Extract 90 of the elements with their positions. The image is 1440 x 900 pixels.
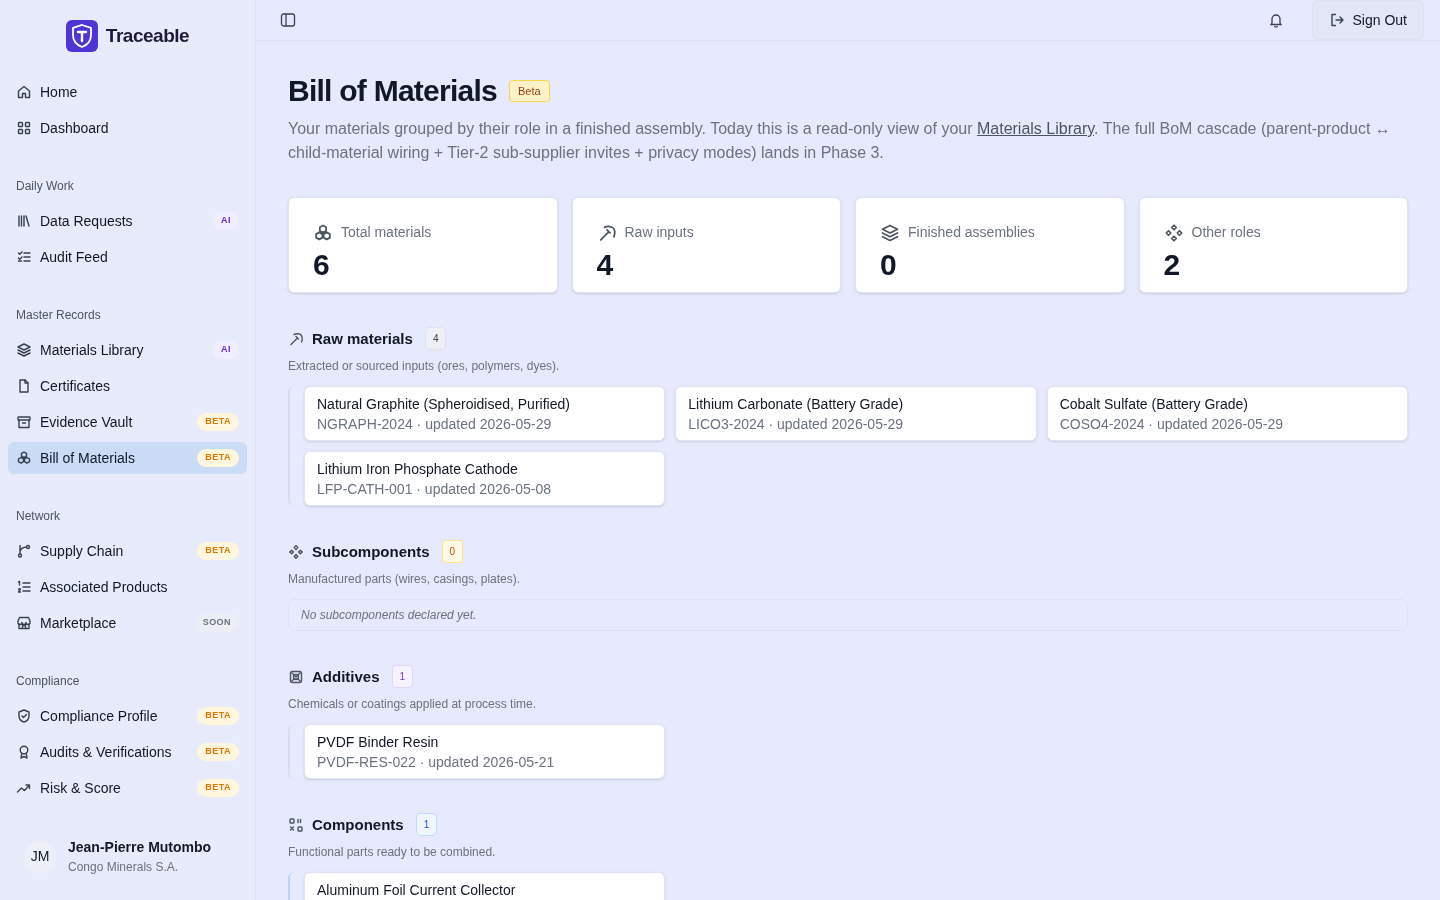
count-badge: 0	[441, 540, 464, 563]
sign-out-icon	[1328, 12, 1345, 28]
sign-out-button[interactable]: Sign Out	[1311, 0, 1424, 40]
branch-icon	[16, 543, 32, 559]
sidebar-item[interactable]: Marketplace SOON	[8, 607, 247, 639]
material-meta: COSO4-2024 · updated 2026-05-29	[1059, 415, 1285, 434]
status-badge: BETA	[197, 449, 239, 467]
stat-label: Raw inputs	[624, 223, 694, 242]
layers-icon	[16, 342, 32, 358]
layers-icon	[880, 222, 900, 243]
sidebar-item[interactable]: Risk & Score BETA	[8, 772, 247, 804]
archive-icon	[16, 414, 32, 430]
sidebar-item[interactable]: Home	[8, 76, 247, 108]
grid-icon	[16, 120, 32, 136]
sidebar-item[interactable]: Data Requests AI	[8, 205, 247, 237]
sidebar-item[interactable]: Audits & Verifications BETA	[8, 736, 247, 768]
section-title: Components	[312, 814, 404, 835]
user-avatar: JM	[24, 840, 56, 873]
home-icon	[16, 84, 32, 100]
sidebar-item[interactable]: Compliance Profile BETA	[8, 700, 247, 732]
diamonds-icon	[1163, 222, 1184, 243]
stat-value: 0	[880, 247, 898, 283]
section-heading: Master Records	[15, 307, 102, 324]
material-name: Aluminum Foil Current Collector	[317, 881, 517, 900]
components-icon	[288, 816, 304, 833]
stat-value: 4	[596, 247, 615, 283]
logo-icon	[65, 20, 98, 52]
material-meta: NGRAPH-2024 · updated 2026-05-29	[317, 415, 553, 434]
section-description: Chemicals or coatings applied at process time.	[288, 696, 538, 712]
material-name: Lithium Iron Phosphate Cathode	[317, 460, 519, 479]
library-icon	[16, 213, 32, 229]
section-heading: Network	[15, 508, 61, 525]
sidebar-item[interactable]: Supply Chain BETA	[8, 535, 247, 567]
cubes-icon	[16, 450, 32, 466]
notification-bell-icon[interactable]	[1267, 12, 1284, 28]
section-title: Additives	[312, 666, 380, 687]
numbered-list-icon	[16, 579, 32, 595]
sidebar-item[interactable]: Dashboard	[8, 112, 247, 144]
brand-name: Traceable	[105, 23, 190, 48]
section-description: Functional parts ready to be combined.	[288, 844, 497, 860]
checklist-icon	[16, 249, 32, 265]
status-badge: BETA	[197, 413, 239, 431]
sidebar-toggle-icon[interactable]	[280, 12, 296, 28]
section-title: Subcomponents	[312, 541, 430, 562]
sidebar-item[interactable]: Bill of Materials BETA	[8, 442, 247, 474]
section-description: Extracted or sourced inputs (ores, polymers, dyes).	[288, 358, 561, 374]
material-meta: LFP-CATH-001 · updated 2026-05-08	[317, 480, 552, 499]
stat-label: Total materials	[341, 223, 432, 242]
user-organization: Congo Minerals S.A.	[68, 859, 180, 876]
cubes-icon	[313, 222, 333, 243]
status-badge: BETA	[197, 542, 239, 560]
section-description: Manufactured parts (wires, casings, plates).	[288, 571, 522, 587]
count-badge: 1	[415, 813, 438, 836]
section-title: Raw materials	[312, 328, 413, 349]
status-badge: BETA	[197, 743, 239, 761]
sidebar-item[interactable]: Materials Library AI	[8, 334, 247, 366]
page-title: Bill of Materials	[288, 73, 497, 109]
empty-state: No subcomponents declared yet.	[288, 599, 1408, 631]
material-meta: LICO3-2024 · updated 2026-05-29	[688, 415, 905, 434]
status-badge: AI	[213, 212, 239, 230]
status-badge: BETA	[197, 707, 239, 725]
section-heading: Compliance	[15, 673, 81, 690]
stat-label: Other roles	[1191, 223, 1261, 242]
shield-check-icon	[16, 708, 32, 724]
material-meta: PVDF-RES-022 · updated 2026-05-21	[317, 753, 556, 772]
store-icon	[16, 615, 32, 631]
sidebar-item[interactable]: Certificates	[8, 370, 247, 402]
material-name: PVDF Binder Resin	[317, 733, 440, 752]
sidebar-item[interactable]: Evidence Vault BETA	[8, 406, 247, 438]
stat-value: 2	[1163, 247, 1182, 283]
page-description: Your materials grouped by their role in a finished assembly. Today this is a read-only view of your Materials Library. The full BoM cascade (parent-product ↔ child-material wiring + Tier-2 sub-supplier invites + privacy modes) lands in Phase 3.	[288, 119, 1392, 163]
status-badge: SOON	[194, 614, 239, 632]
status-badge: BETA	[197, 779, 239, 797]
sidebar-item[interactable]: Audit Feed	[8, 241, 247, 273]
document-icon	[16, 378, 32, 394]
stat-label: Finished assemblies	[908, 223, 1035, 242]
beta-badge: Beta	[508, 79, 550, 103]
count-badge: 4	[424, 327, 447, 350]
material-name: Natural Graphite (Spheroidised, Purified)	[317, 395, 571, 414]
section-heading: Daily Work	[15, 178, 75, 195]
status-badge: AI	[213, 341, 239, 359]
materials-library-link[interactable]: Materials Library	[976, 120, 1095, 137]
count-badge: 1	[391, 665, 414, 688]
material-name: Lithium Carbonate (Battery Grade)	[688, 395, 905, 414]
stat-value: 6	[313, 247, 331, 283]
material-name: Cobalt Sulfate (Battery Grade)	[1059, 395, 1249, 414]
pickaxe-icon	[288, 330, 304, 347]
sidebar-item[interactable]: Associated Products	[8, 571, 247, 603]
diamonds-icon	[288, 543, 304, 560]
user-name: Jean-Pierre Mutombo	[68, 838, 212, 857]
